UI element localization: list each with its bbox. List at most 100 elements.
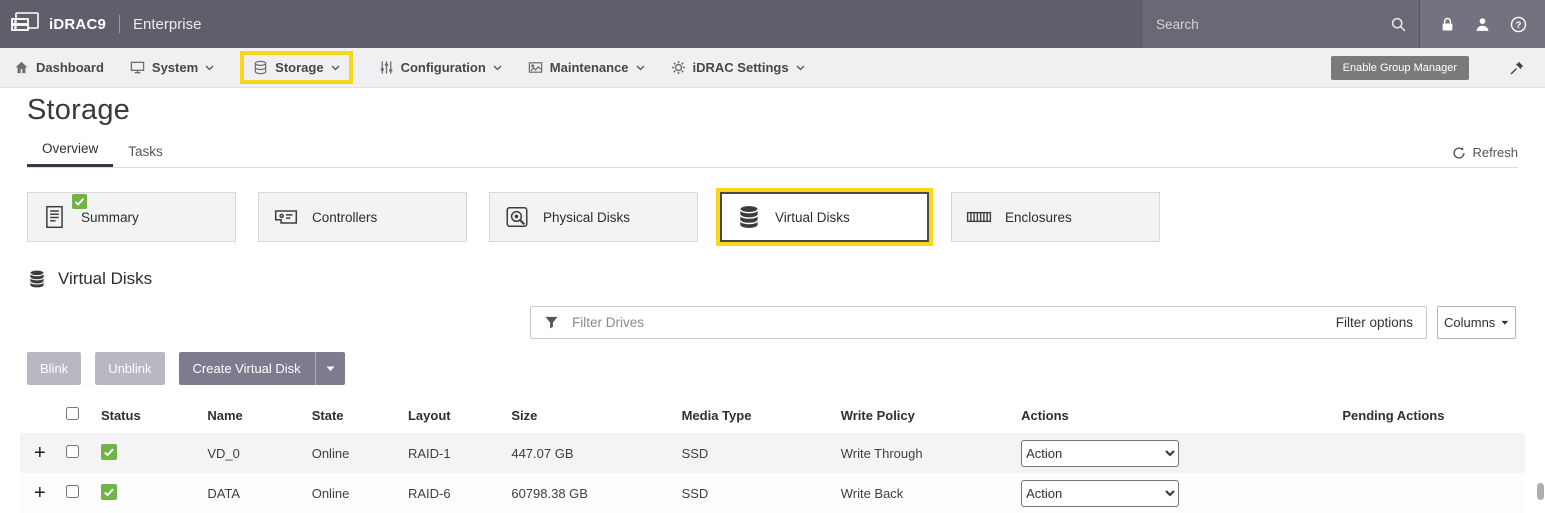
summary-icon bbox=[42, 204, 68, 230]
storage-icon bbox=[253, 60, 268, 75]
card-virtual-disks[interactable]: Virtual Disks bbox=[720, 192, 929, 242]
filter-row: Filter options Columns bbox=[0, 306, 1545, 339]
storage-card-row: Summary Controllers Physical Disks Virtu… bbox=[27, 192, 1518, 242]
enclosures-icon bbox=[966, 204, 992, 230]
pending-actions-cell bbox=[1332, 473, 1525, 513]
col-write-policy: Write Policy bbox=[831, 397, 1011, 433]
vertical-scrollbar-thumb[interactable] bbox=[1537, 483, 1544, 500]
card-summary[interactable]: Summary bbox=[27, 192, 236, 242]
nav-item-maintenance[interactable]: Maintenance bbox=[528, 60, 645, 75]
lock-icon[interactable] bbox=[1439, 16, 1456, 33]
chevron-down-icon bbox=[205, 65, 214, 71]
header-search bbox=[1141, 0, 1419, 48]
unblink-button[interactable]: Unblink bbox=[95, 352, 164, 385]
blink-button[interactable]: Blink bbox=[27, 352, 81, 385]
brand-area: iDRAC9 Enterprise bbox=[0, 11, 201, 37]
card-enclosures[interactable]: Enclosures bbox=[951, 192, 1160, 242]
row-checkbox[interactable] bbox=[66, 485, 79, 498]
action-select[interactable]: Action bbox=[1021, 480, 1179, 507]
create-virtual-disk-button[interactable]: Create Virtual Disk bbox=[179, 352, 345, 385]
nav-item-configuration[interactable]: Configuration bbox=[379, 60, 502, 75]
header-icon-group: ? bbox=[1419, 0, 1545, 48]
brand-edition: Enterprise bbox=[133, 16, 201, 33]
tab-overview[interactable]: Overview bbox=[27, 133, 113, 167]
card-label: Enclosures bbox=[1005, 210, 1072, 225]
nav-item-system[interactable]: System bbox=[130, 60, 214, 75]
card-label: Summary bbox=[81, 210, 139, 225]
col-pending-actions: Pending Actions bbox=[1332, 397, 1525, 433]
table-row: + VD_0 Online RAID-1 447.07 GB SSD Write… bbox=[20, 433, 1525, 473]
actions-cell: Action bbox=[1011, 473, 1332, 513]
state-cell: Online bbox=[302, 473, 398, 513]
card-physical-disks[interactable]: Physical Disks bbox=[489, 192, 698, 242]
user-icon[interactable] bbox=[1474, 16, 1491, 33]
gear-icon bbox=[671, 60, 686, 75]
table-row: + DATA Online RAID-6 60798.38 GB SSD Wri… bbox=[20, 473, 1525, 513]
name-cell: VD_0 bbox=[197, 433, 301, 473]
size-cell: 447.07 GB bbox=[501, 433, 671, 473]
status-cell bbox=[91, 433, 197, 473]
table-header-row: Status Name State Layout Size Media Type… bbox=[20, 397, 1525, 433]
col-size: Size bbox=[501, 397, 671, 433]
nav-item-storage[interactable]: Storage bbox=[240, 51, 352, 84]
nav-item-dashboard[interactable]: Dashboard bbox=[14, 60, 104, 75]
chevron-down-icon bbox=[331, 65, 340, 71]
expand-row-button[interactable]: + bbox=[30, 442, 46, 464]
section-header: Virtual Disks bbox=[27, 269, 1518, 289]
search-icon[interactable] bbox=[1390, 16, 1407, 33]
chevron-down-icon bbox=[796, 65, 805, 71]
chevron-down-icon bbox=[493, 65, 502, 71]
row-checkbox[interactable] bbox=[66, 445, 79, 458]
tab-tasks[interactable]: Tasks bbox=[113, 136, 178, 167]
card-label: Virtual Disks bbox=[775, 210, 850, 225]
vd-toolbar: Blink Unblink Create Virtual Disk bbox=[27, 352, 1545, 385]
refresh-button[interactable]: Refresh bbox=[1452, 145, 1518, 160]
section-title: Virtual Disks bbox=[58, 269, 152, 289]
top-header: iDRAC9 Enterprise ? bbox=[0, 0, 1545, 48]
card-label: Physical Disks bbox=[543, 210, 630, 225]
status-ok-icon bbox=[101, 444, 117, 460]
chevron-down-icon bbox=[1501, 320, 1509, 326]
size-cell: 60798.38 GB bbox=[501, 473, 671, 513]
col-actions: Actions bbox=[1011, 397, 1332, 433]
virtual-disks-icon bbox=[736, 204, 762, 230]
action-select[interactable]: Action bbox=[1021, 440, 1179, 467]
status-cell bbox=[91, 473, 197, 513]
physical-disks-icon bbox=[504, 204, 530, 230]
virtual-disks-icon bbox=[27, 269, 47, 289]
filter-drives-input[interactable] bbox=[570, 314, 1325, 331]
help-icon[interactable]: ? bbox=[1510, 16, 1527, 33]
expand-row-button[interactable]: + bbox=[30, 482, 46, 504]
page-title: Storage bbox=[27, 94, 1545, 127]
tab-bar: Overview Tasks Refresh bbox=[27, 133, 1518, 168]
virtual-disks-table: Status Name State Layout Size Media Type… bbox=[20, 397, 1525, 513]
col-media-type: Media Type bbox=[672, 397, 831, 433]
columns-button[interactable]: Columns bbox=[1437, 306, 1516, 339]
name-cell: DATA bbox=[197, 473, 301, 513]
write-policy-cell: Write Through bbox=[831, 433, 1011, 473]
col-layout: Layout bbox=[398, 397, 501, 433]
layout-cell: RAID-6 bbox=[398, 473, 501, 513]
chevron-down-icon[interactable] bbox=[316, 357, 345, 381]
col-state: State bbox=[302, 397, 398, 433]
select-all-checkbox[interactable] bbox=[66, 407, 79, 420]
summary-ok-badge bbox=[72, 194, 87, 214]
refresh-icon bbox=[1452, 146, 1466, 160]
main-nav: Dashboard System Storage Configuration M… bbox=[0, 48, 1545, 88]
state-cell: Online bbox=[302, 433, 398, 473]
layout-cell: RAID-1 bbox=[398, 433, 501, 473]
actions-cell: Action bbox=[1011, 433, 1332, 473]
select-all-header bbox=[56, 397, 90, 433]
nav-item-idrac-settings[interactable]: iDRAC Settings bbox=[671, 60, 805, 75]
enable-group-manager-button[interactable]: Enable Group Manager bbox=[1331, 56, 1469, 80]
media-type-cell: SSD bbox=[672, 433, 831, 473]
system-icon bbox=[130, 60, 145, 75]
pin-icon[interactable] bbox=[1509, 60, 1525, 76]
configuration-icon bbox=[379, 60, 394, 75]
card-controllers[interactable]: Controllers bbox=[258, 192, 467, 242]
idrac-logo-icon bbox=[10, 11, 40, 37]
search-input[interactable] bbox=[1154, 16, 1390, 33]
filter-options-link[interactable]: Filter options bbox=[1336, 315, 1413, 330]
media-type-cell: SSD bbox=[672, 473, 831, 513]
svg-text:?: ? bbox=[1515, 20, 1521, 31]
